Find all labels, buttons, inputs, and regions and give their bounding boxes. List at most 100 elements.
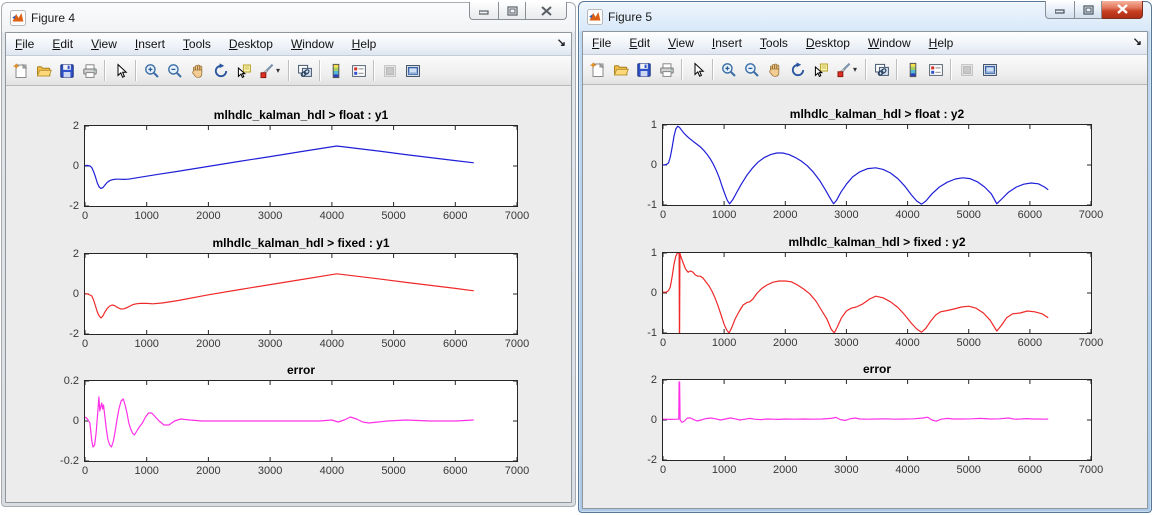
plot-axes[interactable]: [662, 379, 1092, 461]
hide-plot-tools-button[interactable]: [955, 58, 978, 81]
menu-insert[interactable]: Insert: [126, 35, 174, 53]
insert-colorbar-button[interactable]: [324, 59, 347, 82]
toolbar-separator: [896, 59, 898, 80]
edit-plot-cursor-button[interactable]: [109, 59, 132, 82]
x-tick-label: 3000: [257, 338, 283, 350]
figure5-titlebar[interactable]: Figure 5: [582, 1, 1148, 31]
insert-legend-button[interactable]: [924, 58, 947, 81]
minimize-button[interactable]: [1045, 1, 1074, 19]
print-figure-button[interactable]: [655, 58, 678, 81]
show-plot-tools-dock-button[interactable]: [978, 58, 1001, 81]
window-title: Figure 5: [608, 9, 653, 24]
x-tick-label: 7000: [504, 210, 530, 222]
toolbar-separator: [712, 59, 714, 80]
plot-axes[interactable]: [662, 124, 1092, 206]
matlab-logo-icon: [10, 9, 26, 26]
menu-desktop[interactable]: Desktop: [797, 34, 859, 52]
insert-colorbar-button[interactable]: [901, 58, 924, 81]
figure4-canvas: mlhdlc_kalman_hdl > float : y1 2 0 -2 0 1000…: [6, 86, 571, 502]
subplot-float-y1: mlhdlc_kalman_hdl > float : y1 2 0 -2 0 1000…: [69, 107, 529, 222]
x-tick-label: 1000: [711, 209, 737, 221]
y-tick-label: 0: [72, 288, 79, 300]
figure4-titlebar[interactable]: Figure 4: [5, 2, 572, 32]
plot-title: mlhdlc_kalman_hdl > float : y2: [789, 107, 965, 121]
save-figure-button[interactable]: [55, 59, 78, 82]
x-tick-label: 5000: [956, 209, 981, 221]
pan-button[interactable]: [186, 59, 209, 82]
y-tick-label: 0: [650, 159, 657, 171]
print-figure-button[interactable]: [78, 59, 101, 82]
y-tick-label: 1: [650, 247, 657, 259]
x-tick-label: 4000: [319, 465, 345, 477]
menubar-overflow-icon[interactable]: ↘: [1133, 35, 1142, 48]
zoom-out-button[interactable]: [740, 58, 763, 81]
open-file-button[interactable]: [609, 58, 632, 81]
menu-file[interactable]: File: [6, 35, 43, 53]
open-file-button[interactable]: [32, 59, 55, 82]
menu-desktop[interactable]: Desktop: [220, 35, 282, 53]
menu-window[interactable]: Window: [859, 34, 920, 52]
plot-axes[interactable]: [662, 252, 1092, 334]
x-tick-label: 3000: [834, 464, 859, 476]
menu-tools[interactable]: Tools: [174, 35, 220, 53]
x-tick-label: 6000: [443, 210, 468, 222]
menubar-overflow-icon[interactable]: ↘: [557, 36, 566, 49]
menu-tools[interactable]: Tools: [751, 34, 797, 52]
brush-data-button[interactable]: [832, 58, 855, 81]
show-plot-tools-dock-button[interactable]: [401, 59, 424, 82]
x-tick-label: 1000: [711, 464, 737, 476]
menu-edit[interactable]: Edit: [620, 34, 659, 52]
plot-line-canvas: [85, 254, 517, 334]
brush-dropdown-caret[interactable]: ▾: [853, 65, 862, 74]
x-tick-label: 4000: [895, 464, 920, 476]
menu-window[interactable]: Window: [282, 35, 343, 53]
toolbar-separator: [373, 60, 375, 81]
x-tick-label: 2000: [773, 464, 798, 476]
figure5-window[interactable]: Figure 5 File Edit View Insert Tools Desktop W…: [578, 1, 1152, 513]
rotate-3d-button[interactable]: [209, 59, 232, 82]
link-plot-button[interactable]: [870, 58, 893, 81]
plot-axes[interactable]: [84, 125, 518, 207]
menu-insert[interactable]: Insert: [703, 34, 751, 52]
close-button[interactable]: [526, 2, 567, 20]
menu-help[interactable]: Help: [343, 35, 386, 53]
brush-data-button[interactable]: [255, 59, 278, 82]
x-tick-label: 7000: [504, 338, 530, 350]
new-figure-button[interactable]: [9, 59, 32, 82]
restore-button[interactable]: [498, 2, 526, 20]
new-figure-button[interactable]: [586, 58, 609, 81]
x-tick-label: 7000: [1078, 464, 1104, 476]
toolbar-separator: [104, 60, 106, 81]
data-cursor-button[interactable]: [232, 59, 255, 82]
menu-view[interactable]: View: [82, 35, 126, 53]
rotate-3d-button[interactable]: [786, 58, 809, 81]
zoom-in-button[interactable]: [717, 58, 740, 81]
figure4-window[interactable]: Figure 4 File Edit View Insert Tools Desktop W…: [1, 2, 576, 507]
menu-help[interactable]: Help: [920, 34, 963, 52]
plot-title: mlhdlc_kalman_hdl > float : y1: [213, 108, 389, 122]
zoom-in-button[interactable]: [140, 59, 163, 82]
matlab-logo-icon: [587, 8, 603, 25]
data-cursor-button[interactable]: [809, 58, 832, 81]
minimize-button[interactable]: [469, 2, 498, 20]
close-button[interactable]: [1102, 1, 1143, 19]
menu-edit[interactable]: Edit: [43, 35, 82, 53]
plot-axes[interactable]: [84, 253, 518, 335]
plot-line-canvas: [85, 126, 517, 206]
zoom-out-button[interactable]: [163, 59, 186, 82]
edit-plot-cursor-button[interactable]: [686, 58, 709, 81]
menu-view[interactable]: View: [659, 34, 703, 52]
save-figure-button[interactable]: [632, 58, 655, 81]
x-tick-label: 6000: [1017, 464, 1043, 476]
brush-dropdown-caret[interactable]: ▾: [276, 66, 285, 75]
pan-button[interactable]: [763, 58, 786, 81]
menu-file[interactable]: File: [583, 34, 620, 52]
hide-plot-tools-button[interactable]: [378, 59, 401, 82]
restore-button[interactable]: [1074, 1, 1102, 19]
y-tick-label: 0: [650, 414, 657, 426]
insert-legend-button[interactable]: [347, 59, 370, 82]
plot-axes[interactable]: [84, 380, 518, 462]
plot-line-canvas: [663, 253, 1091, 333]
link-plot-button[interactable]: [293, 59, 316, 82]
x-tick-label: 2000: [773, 337, 798, 349]
